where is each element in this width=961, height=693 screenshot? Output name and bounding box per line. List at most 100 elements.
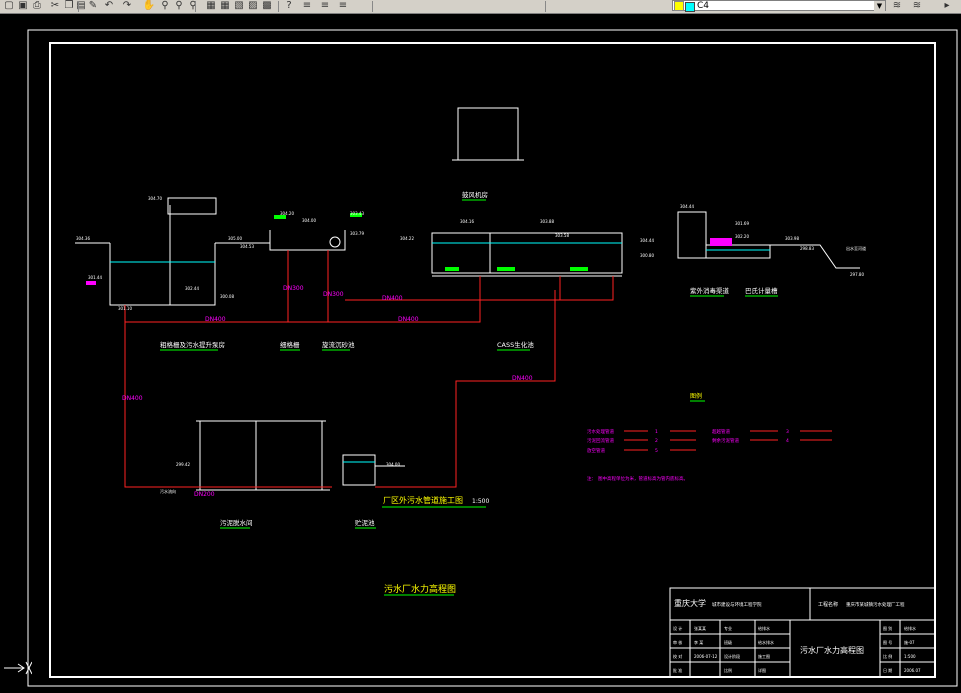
elevation-label: 304.00: [302, 218, 316, 223]
dept-name: 城市建设与环境工程学院: [712, 601, 762, 608]
legend-label-3: 超越管道: [712, 428, 730, 435]
toolbar-separator: [372, 1, 373, 12]
title-block-cell: 2006.07: [904, 668, 921, 673]
toolbar-expand-icon[interactable]: ▸: [940, 0, 954, 12]
zoom-previous-icon[interactable]: ⚲: [186, 0, 200, 12]
legend-num-3: 3: [786, 429, 789, 435]
toolbar-separator: [195, 1, 196, 12]
standard-toolbar: ▢ ▣ ⎙ ✂ ❐ ▤ ✎ ↶ ↷ ✋ ⚲ ⚲ ⚲ ▦ ▦ ▧ ▨ ▩? ≡ ≡ ≡ C4 ▼ ≋ ≋ ▸: [0, 0, 961, 14]
layer-manager-icon[interactable]: ≡: [300, 0, 314, 12]
drawing-canvas[interactable]: DN400 DN400 DN400 DN400 DN400 DN300 DN300 DN200…: [0, 14, 961, 689]
properties-icon[interactable]: ▦: [204, 0, 218, 12]
pipe-label: DN300: [283, 285, 304, 292]
markup-icon[interactable]: ▨: [246, 0, 260, 12]
title-block-cell: 施-07: [904, 639, 915, 645]
make-current-layer-icon[interactable]: ≋: [890, 0, 904, 12]
label-grit-chamber: 旋流沉砂池: [322, 340, 355, 349]
main-title: 污水厂水力高程图: [384, 583, 456, 595]
title-block-cell: 比例: [724, 667, 732, 673]
elevation-label: 304.20: [280, 211, 294, 216]
toolbar-separator: [545, 1, 546, 12]
elevation-label: 301.44: [88, 275, 102, 280]
legend-num-1: 1: [655, 429, 658, 435]
design-center-icon[interactable]: ▦: [218, 0, 232, 12]
title-block-cell: 给水排水: [758, 639, 774, 645]
uv-lamp: [710, 238, 732, 246]
legend-label-5: 放空管道: [587, 447, 605, 454]
small-note: 出水至河道: [846, 245, 866, 251]
print-icon[interactable]: ⎙: [30, 0, 44, 12]
label-dewatering: 污泥脱水间: [220, 518, 253, 527]
legend-num-4: 4: [786, 438, 789, 444]
chevron-down-icon[interactable]: ▼: [874, 1, 885, 11]
title-block-cell: 审 核: [673, 639, 682, 645]
layer-previous-icon[interactable]: ≡: [336, 0, 350, 12]
undo-icon[interactable]: ↶: [102, 0, 116, 12]
inlet-mark: [86, 281, 96, 285]
label-fine-screen: 细格栅: [280, 340, 300, 349]
elevation-label: 303.88: [540, 219, 554, 224]
pipe-label: DN300: [323, 291, 344, 298]
legend-note: 图中高程单位为米，管道标高为管内底标高。: [598, 475, 688, 482]
title-block-cell: 给排水: [758, 625, 770, 631]
elevation-label: 304.36: [76, 236, 90, 241]
pan-icon[interactable]: ✋: [142, 0, 156, 12]
sub-scale: 1:500: [472, 498, 489, 505]
layer-name: C4: [697, 1, 710, 11]
layer-color-icon: [685, 2, 695, 12]
process-structures: [75, 107, 860, 491]
pipe-label: DN400: [398, 316, 419, 323]
elevation-label: 304.44: [640, 238, 654, 243]
zoom-window-icon[interactable]: ⚲: [172, 0, 186, 12]
calculator-icon[interactable]: ▩: [260, 0, 274, 12]
legend-note-label: 注：: [587, 475, 596, 482]
elevation-label: 302.20: [735, 234, 749, 239]
title-block-cell: 李 某: [694, 639, 703, 645]
match-icon[interactable]: ✎: [86, 0, 100, 12]
title-block-cell: 2006-07-12: [694, 654, 718, 659]
elevation-label: 304.16: [460, 219, 474, 224]
elevation-label: 299.42: [176, 462, 190, 467]
pipe-label: DN200: [194, 491, 215, 498]
legend-label-1: 污水处理管道: [587, 428, 614, 435]
legend-num-5: 5: [655, 448, 658, 454]
toolbar-separator: [78, 1, 79, 12]
layer-state-icon[interactable]: ≡: [318, 0, 332, 12]
sub-title: 厂区外污水管道施工图: [383, 495, 463, 505]
label-cass: CASS生化池: [497, 340, 534, 349]
elevation-label: 301.69: [735, 221, 749, 226]
save-icon[interactable]: ▣: [16, 0, 30, 12]
layer-dropdown[interactable]: C4: [672, 0, 886, 12]
elevation-label: 304.44: [680, 204, 694, 209]
project-name: 重庆市某城镇污水处理厂工程: [846, 601, 905, 608]
redo-icon[interactable]: ↷: [120, 0, 134, 12]
title-block-cell: 比 例: [883, 653, 892, 659]
cad-drawing: DN400 DN400 DN400 DN400 DN400 DN300 DN300 DN200…: [27, 29, 958, 687]
zoom-realtime-icon[interactable]: ⚲: [158, 0, 172, 12]
elevation-label: 297.80: [850, 272, 864, 277]
cut-icon[interactable]: ✂: [48, 0, 62, 12]
elevation-label: 304.70: [148, 196, 162, 201]
legend-title: 图例: [690, 392, 702, 400]
title-block-cell: 专业: [724, 625, 732, 631]
label-blower-room: 鼓风机房: [462, 190, 488, 199]
pipe-label: DN400: [512, 375, 533, 382]
open-icon[interactable]: ▢: [2, 0, 16, 12]
tool-palette-icon[interactable]: ▧: [232, 0, 246, 12]
help-icon[interactable]: ?: [282, 0, 296, 12]
elevation-label: 303.43: [350, 211, 364, 216]
elevation-label: 305.00: [228, 236, 242, 241]
legend-num-2: 2: [655, 438, 658, 444]
elevation-label: 304.22: [400, 236, 414, 241]
label-sludge-tank: 贮泥池: [355, 518, 375, 527]
label-coarse-screen: 粗格栅及污水提升泵房: [160, 340, 225, 349]
title-block-cell: 1:500: [904, 654, 916, 659]
school-name: 重庆大学: [674, 598, 706, 608]
elevation-label: 303.79: [350, 231, 364, 236]
ucs-icon: [4, 661, 32, 675]
elevation-label: 301.10: [118, 306, 132, 311]
label-uv: 紫外消毒渠道: [690, 286, 730, 295]
title-block-cell: 校 对: [673, 653, 682, 659]
layer-previous-icon[interactable]: ≋: [910, 0, 924, 12]
toolbar-separator: [278, 1, 279, 12]
